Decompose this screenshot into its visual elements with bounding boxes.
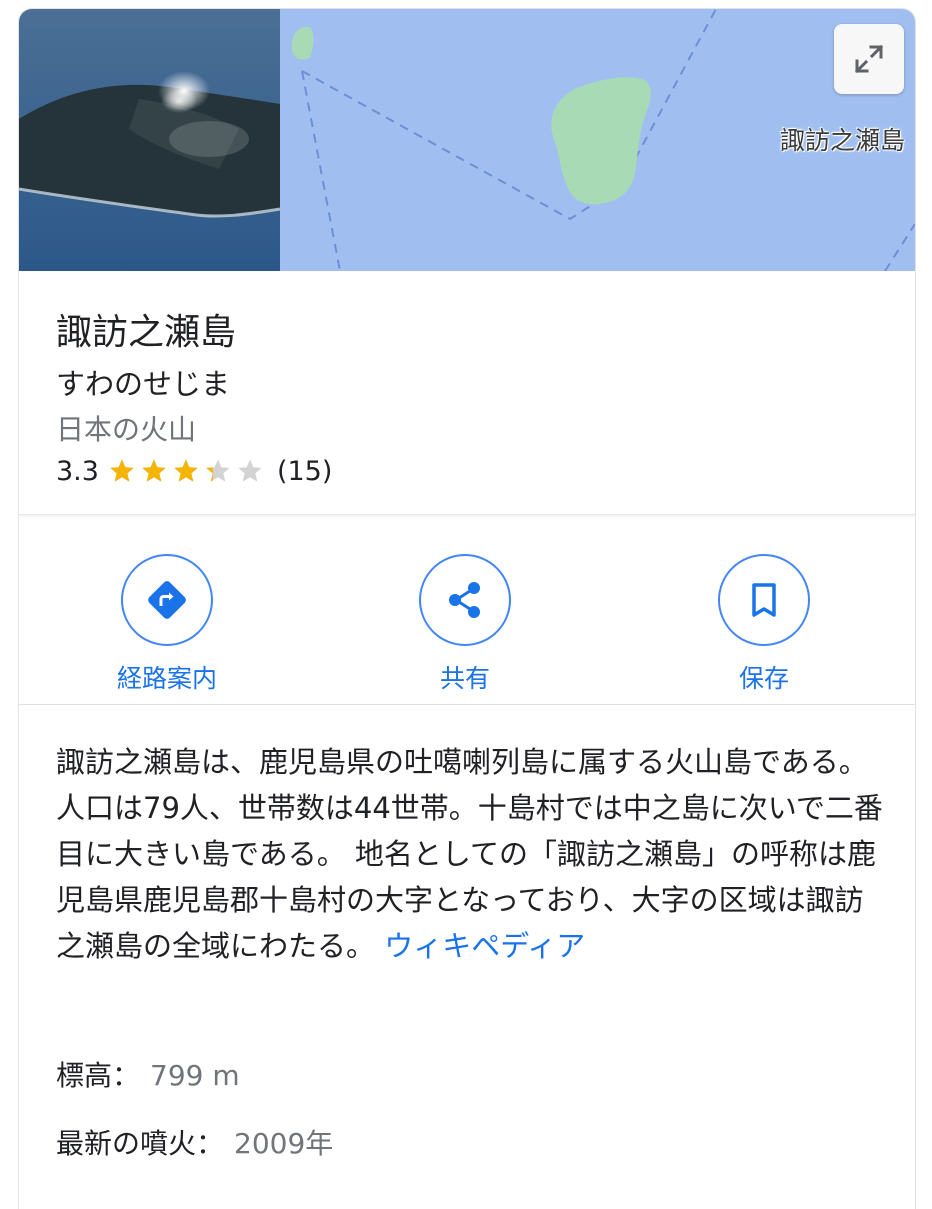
star-icon — [110, 459, 134, 482]
hero-images: 諏訪之瀬島 — [19, 9, 915, 272]
place-category: 日本の火山 — [56, 413, 197, 446]
island-photo[interactable] — [19, 9, 281, 271]
directions-label: 経路案内 — [116, 664, 217, 693]
place-reading: すわのせじま — [56, 367, 231, 401]
directions-circle — [121, 554, 213, 646]
star-icon — [174, 459, 198, 482]
expand-map-button[interactable] — [834, 24, 904, 94]
map-island-label: 諏訪之瀬島 — [780, 126, 906, 155]
expand-icon — [854, 44, 884, 74]
star-icon — [206, 459, 230, 482]
rating-value: 3.3 — [56, 455, 99, 487]
rating-row[interactable]: 3.3 (15) — [56, 451, 332, 491]
save-button[interactable]: 保存 — [674, 554, 854, 695]
review-count[interactable]: (15) — [277, 456, 332, 487]
map-preview[interactable]: 諏訪之瀬島 — [280, 9, 915, 272]
star-rating — [109, 458, 269, 484]
share-label: 共有 — [439, 664, 490, 693]
share-circle — [419, 554, 511, 646]
fact-eruption-value: 2009年 — [234, 1127, 334, 1160]
directions-button[interactable]: 経路案内 — [77, 554, 257, 695]
star-icon — [238, 459, 262, 482]
knowledge-panel-card: 諏訪之瀬島 諏訪之瀬島 すわのせじま 日本の火山 3.3 (15) 経路案内 共… — [18, 8, 916, 1209]
fact-last-eruption: 最新の噴火： 2009年 — [56, 1122, 333, 1162]
fact-elevation-value: 799 m — [150, 1059, 240, 1092]
fact-elevation-label[interactable]: 標高： — [56, 1059, 140, 1092]
fact-eruption-label[interactable]: 最新の噴火： — [56, 1127, 224, 1160]
star-icon — [142, 459, 166, 482]
page-title: 諏訪之瀬島 — [56, 312, 237, 353]
place-header: 諏訪之瀬島 すわのせじま 日本の火山 3.3 (15) — [19, 271, 915, 515]
action-bar: 経路案内 共有 保存 — [19, 516, 915, 705]
save-circle — [718, 554, 810, 646]
share-button[interactable]: 共有 — [375, 554, 555, 695]
description: 諏訪之瀬島は、鹿児島県の吐噶喇列島に属する火山島である。人口は79人、世帯数は4… — [56, 739, 886, 969]
share-icon — [449, 582, 480, 618]
bookmark-icon — [752, 583, 776, 617]
directions-icon — [148, 581, 186, 619]
wikipedia-link[interactable]: ウィキペディア — [384, 929, 585, 963]
save-label: 保存 — [738, 664, 789, 693]
fact-elevation: 標高： 799 m — [56, 1054, 240, 1094]
